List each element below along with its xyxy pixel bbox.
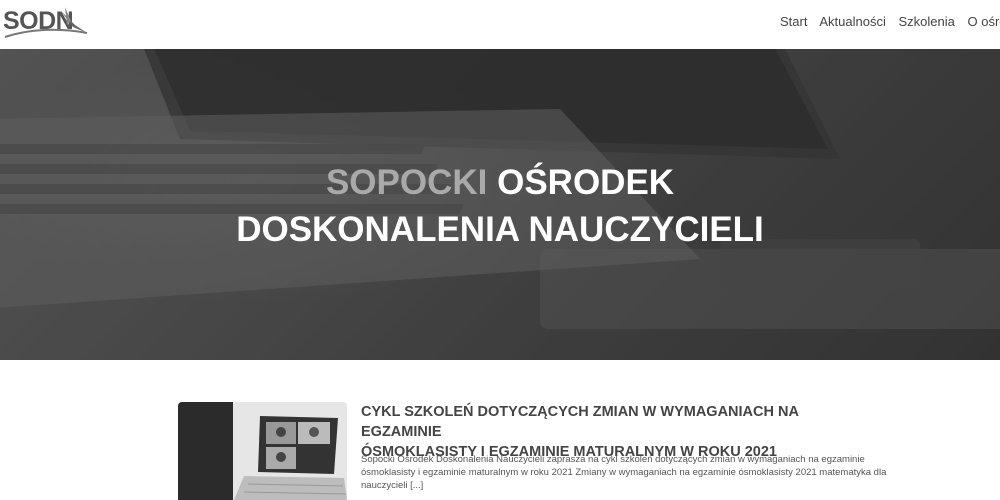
video-call-laptop-image (178, 402, 347, 500)
site-header: SODN Start Aktualności Szkolenia O ośrod… (0, 0, 1000, 49)
post-thumbnail[interactable] (178, 402, 347, 500)
bird-logo-icon (4, 7, 88, 38)
site-logo[interactable]: SODN (3, 3, 93, 43)
hero-overlay (0, 49, 1000, 360)
hero-title-strong: OŚRODEK (497, 163, 675, 202)
read-more-link[interactable]: [...] (410, 480, 423, 491)
main-nav: Start Aktualności Szkolenia O ośrodku (780, 14, 1000, 29)
nav-start[interactable]: Start (780, 14, 807, 29)
nav-aktualnosci[interactable]: Aktualności (819, 14, 885, 29)
hero-title-line1: SOPOCKI OŚRODEK (0, 165, 1000, 200)
hero-title-muted: SOPOCKI (325, 163, 488, 202)
nav-o-osrodku[interactable]: O ośrodku (967, 14, 1000, 29)
hero-banner: SOPOCKI OŚRODEK DOSKONALENIA NAUCZYCIELI (0, 49, 1000, 360)
nav-szkolenia[interactable]: Szkolenia (898, 14, 954, 29)
post-title-line1: CYKL SZKOLEŃ DOTYCZĄCYCH ZMIAN W WYMAGAN… (361, 404, 799, 440)
post-excerpt: Sopocki Ośrodek Doskonalenia Nauczycieli… (361, 453, 901, 492)
hero-title-line2: DOSKONALENIA NAUCZYCIELI (236, 210, 764, 249)
post-excerpt-text: Sopocki Ośrodek Doskonalenia Nauczycieli… (361, 454, 887, 491)
